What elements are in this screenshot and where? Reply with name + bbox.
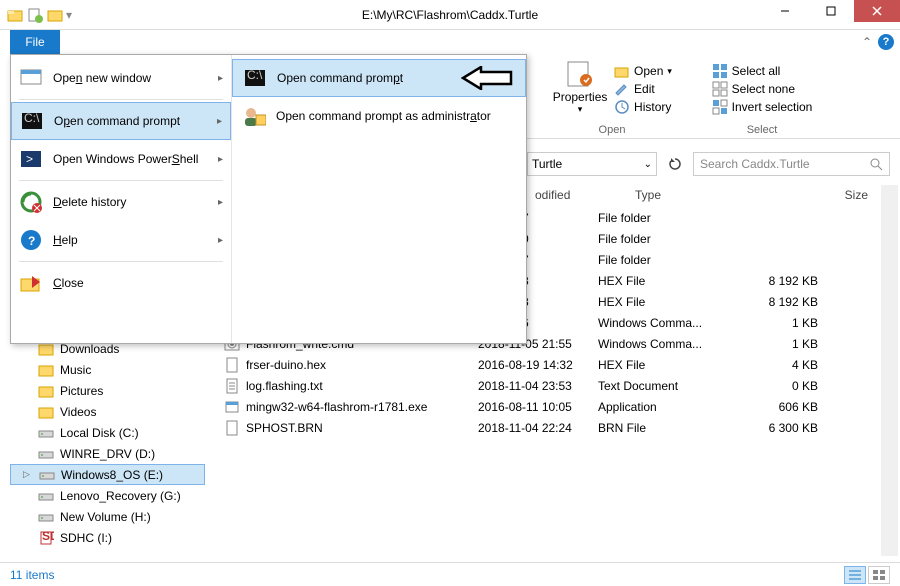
- folder-icon: [38, 383, 54, 399]
- table-row[interactable]: frser-duino.hex2016-08-19 14:32HEX File4…: [218, 354, 878, 375]
- history-button[interactable]: History: [614, 99, 672, 115]
- file-submenu-item[interactable]: Open command prompt as administrator: [232, 97, 526, 135]
- search-icon: [869, 157, 883, 171]
- item-count: 11 items: [10, 568, 54, 582]
- arrow-callout-icon: [461, 66, 513, 90]
- select-all-button[interactable]: Select all: [712, 63, 813, 79]
- nav-item[interactable]: WINRE_DRV (D:): [10, 443, 205, 464]
- svg-text:SD: SD: [42, 530, 54, 543]
- table-row[interactable]: SPHOST.BRN2018-11-04 22:24BRN File6 300 …: [218, 417, 878, 438]
- nav-item[interactable]: SDSDHC (I:): [10, 527, 205, 548]
- file-menu: Open new window▸C:\Open command prompt▸>…: [10, 54, 527, 344]
- table-row[interactable]: log.flashing.txt2018-11-04 23:53Text Doc…: [218, 375, 878, 396]
- nav-item[interactable]: Lenovo_Recovery (G:): [10, 485, 205, 506]
- search-input[interactable]: Search Caddx.Turtle: [693, 152, 890, 176]
- qat-divider: ▾: [66, 8, 72, 22]
- drive-icon: [38, 488, 54, 504]
- file-menu-item[interactable]: C:\Open command prompt▸: [11, 102, 231, 140]
- chevron-right-icon[interactable]: ▷: [23, 469, 30, 480]
- details-view-button[interactable]: [844, 566, 866, 584]
- chevron-down-icon[interactable]: ⌄: [644, 159, 652, 170]
- menu-icon: [19, 190, 43, 214]
- invert-selection-button[interactable]: Invert selection: [712, 99, 813, 115]
- file-tab[interactable]: File: [10, 30, 60, 54]
- folder-icon: [6, 6, 24, 24]
- nav-item[interactable]: Music: [10, 359, 205, 380]
- ribbon-collapse-icon[interactable]: ⌃: [862, 35, 872, 49]
- nav-tree: DownloadsMusicPicturesVideosLocal Disk (…: [10, 338, 205, 556]
- nav-item[interactable]: Pictures: [10, 380, 205, 401]
- select-none-button[interactable]: Select none: [712, 81, 813, 97]
- menu-icon: C:\: [243, 66, 267, 90]
- svg-text:?: ?: [28, 234, 35, 248]
- status-bar: 11 items: [0, 562, 900, 586]
- file-icon: [224, 378, 240, 394]
- nav-item[interactable]: ▷Windows8_OS (E:): [10, 464, 205, 485]
- file-menu-item[interactable]: >Open Windows PowerShell▸: [11, 140, 231, 178]
- drive-icon: [38, 425, 54, 441]
- qat-new-icon[interactable]: [26, 6, 44, 24]
- drive-icon: [38, 446, 54, 462]
- nav-item[interactable]: Videos: [10, 401, 205, 422]
- folder-icon: [38, 404, 54, 420]
- menu-icon: [242, 104, 266, 128]
- menu-icon: ?: [19, 228, 43, 252]
- window-title: E:\My\RC\Flashrom\Caddx.Turtle: [362, 8, 538, 22]
- file-menu-item[interactable]: Delete history▸: [11, 183, 231, 221]
- column-headers[interactable]: odified Type Size: [527, 185, 878, 207]
- chevron-right-icon: ▸: [218, 197, 223, 208]
- breadcrumb[interactable]: Turtle ⌄: [527, 152, 657, 176]
- scrollbar[interactable]: [881, 185, 898, 556]
- edit-button[interactable]: Edit: [614, 81, 672, 97]
- help-icon[interactable]: ?: [878, 34, 894, 50]
- file-menu-item[interactable]: Close: [11, 264, 231, 302]
- icons-view-button[interactable]: [868, 566, 890, 584]
- svg-text:C:\: C:\: [24, 112, 40, 125]
- chevron-right-icon: ▸: [218, 235, 223, 246]
- table-row[interactable]: mingw32-w64-flashrom-r1781.exe2016-08-11…: [218, 396, 878, 417]
- ribbon: Properties ▾ Open▾ Edit History Open Sel…: [527, 54, 900, 139]
- svg-text:C:\: C:\: [247, 69, 263, 82]
- menu-icon: [19, 271, 43, 295]
- titlebar: ▾ E:\My\RC\Flashrom\Caddx.Turtle: [0, 0, 900, 30]
- chevron-right-icon: ▸: [218, 154, 223, 165]
- file-icon: [224, 357, 240, 373]
- properties-button[interactable]: Properties ▾: [552, 58, 608, 120]
- file-icon: [224, 420, 240, 436]
- refresh-button[interactable]: [663, 152, 687, 176]
- folder-icon: [46, 6, 64, 24]
- sd-icon: SD: [38, 530, 54, 546]
- maximize-button[interactable]: [808, 0, 854, 22]
- minimize-button[interactable]: [762, 0, 808, 22]
- menu-icon: >: [19, 147, 43, 171]
- chevron-right-icon: ▸: [218, 73, 223, 84]
- chevron-right-icon: ▸: [217, 116, 222, 127]
- drive-icon: [38, 509, 54, 525]
- menu-icon: [19, 66, 43, 90]
- nav-item[interactable]: New Volume (H:): [10, 506, 205, 527]
- nav-item[interactable]: Local Disk (C:): [10, 422, 205, 443]
- drive-icon: [39, 467, 55, 483]
- open-button[interactable]: Open▾: [614, 63, 672, 79]
- menu-icon: C:\: [20, 109, 44, 133]
- file-menu-item[interactable]: ?Help▸: [11, 221, 231, 259]
- folder-icon: [38, 362, 54, 378]
- file-icon: [224, 399, 240, 415]
- file-menu-item[interactable]: Open new window▸: [11, 59, 231, 97]
- file-submenu-item[interactable]: C:\Open command prompt: [232, 59, 526, 97]
- close-button[interactable]: [854, 0, 900, 22]
- svg-text:>: >: [26, 152, 33, 166]
